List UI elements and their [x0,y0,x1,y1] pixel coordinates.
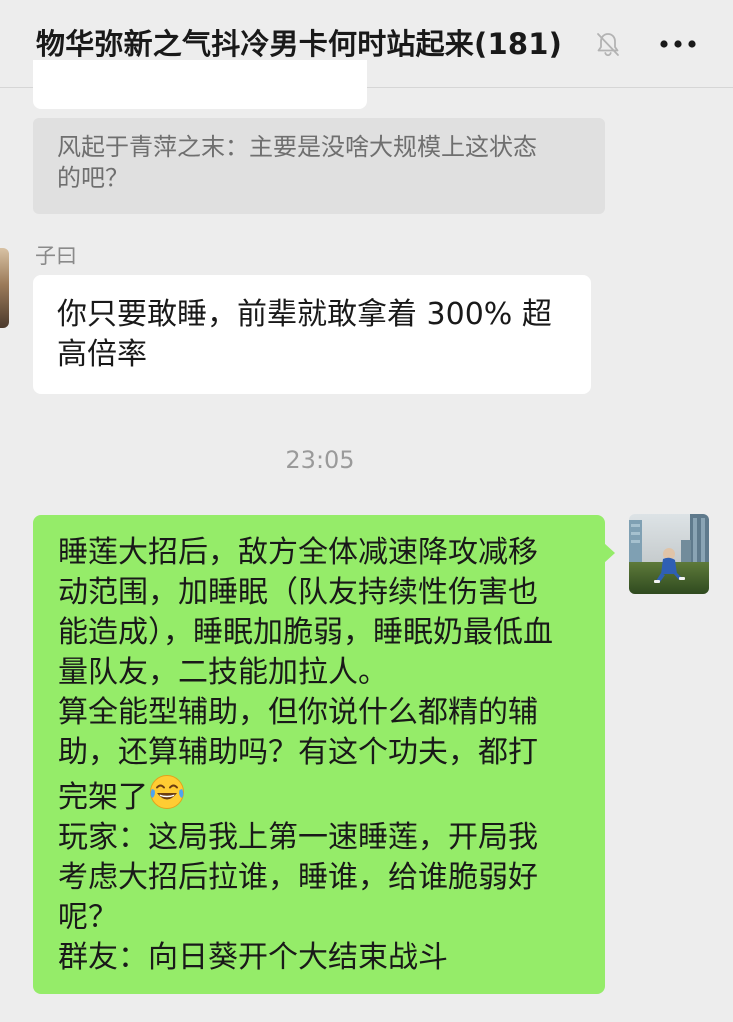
outgoing-message-bubble[interactable]: 睡莲大招后，敌方全体减速降攻减移 动范围，加睡眠（队友持续性伤害也 能造成），睡… [33,515,605,994]
sender-name: 子曰 [35,244,77,268]
message-line: 量队友，二技能加拉人。 [58,655,388,690]
message-line: 睡莲大招后，敌方全体减速降攻减移 [58,535,538,570]
sender-avatar[interactable] [0,248,9,328]
message-line: 呢？ [58,900,118,935]
quoted-message[interactable]: 风起于青萍之末：主要是没啥大规模上这状态 的吧？ [33,118,605,214]
message-line-text: 完架了 [58,780,148,815]
incoming-message-text: 你只要敢睡，前辈就敢拿着 300% 超 高倍率 [57,295,567,375]
message-line: 算全能型辅助，但你说什么都精的辅 [58,695,538,730]
message-line: 群友：向日葵开个大结束战斗 [58,940,448,975]
member-count: (181) [474,27,563,61]
message-line: 助，还算辅助吗？有这个功夫，都打 [58,735,538,770]
message-line: 能造成），睡眠加脆弱，睡眠奶最低血 [58,615,553,650]
outgoing-message-text: 睡莲大招后，敌方全体减速降攻减移 动范围，加睡眠（队友持续性伤害也 能造成），睡… [58,533,585,978]
quote-line: 风起于青萍之末：主要是没啥大规模上这状态 [57,133,537,161]
my-avatar[interactable] [629,514,709,594]
message-line: 动范围，加睡眠（队友持续性伤害也 [58,575,538,610]
incoming-message-bubble[interactable]: 你只要敢睡，前辈就敢拿着 300% 超 高倍率 [33,275,591,394]
laughing-tears-emoji [150,775,184,809]
quoted-message-text: 风起于青萍之末：主要是没啥大规模上这状态 的吧？ [57,132,581,194]
message-line: 玩家：这局我上第一速睡莲，开局我 [58,820,538,855]
bell-slash-icon [597,33,619,57]
more-dots-icon[interactable] [658,38,698,50]
previous-message-bubble[interactable] [33,60,367,109]
message-line: 你只要敢睡，前辈就敢拿着 300% 超 [57,297,552,332]
message-line: 高倍率 [57,337,147,372]
message-line: 完架了 [58,773,585,818]
message-line: 考虑大招后拉谁，睡谁，给谁脆弱好 [58,860,538,895]
quote-line: 的吧？ [57,164,129,192]
bubble-tail [604,543,615,563]
group-name: 物华弥新之气抖冷男卡何时站起来 [36,27,475,61]
chat-title[interactable]: 物华弥新之气抖冷男卡何时站起来(181) [36,24,562,64]
message-timestamp: 23:05 [285,446,355,474]
